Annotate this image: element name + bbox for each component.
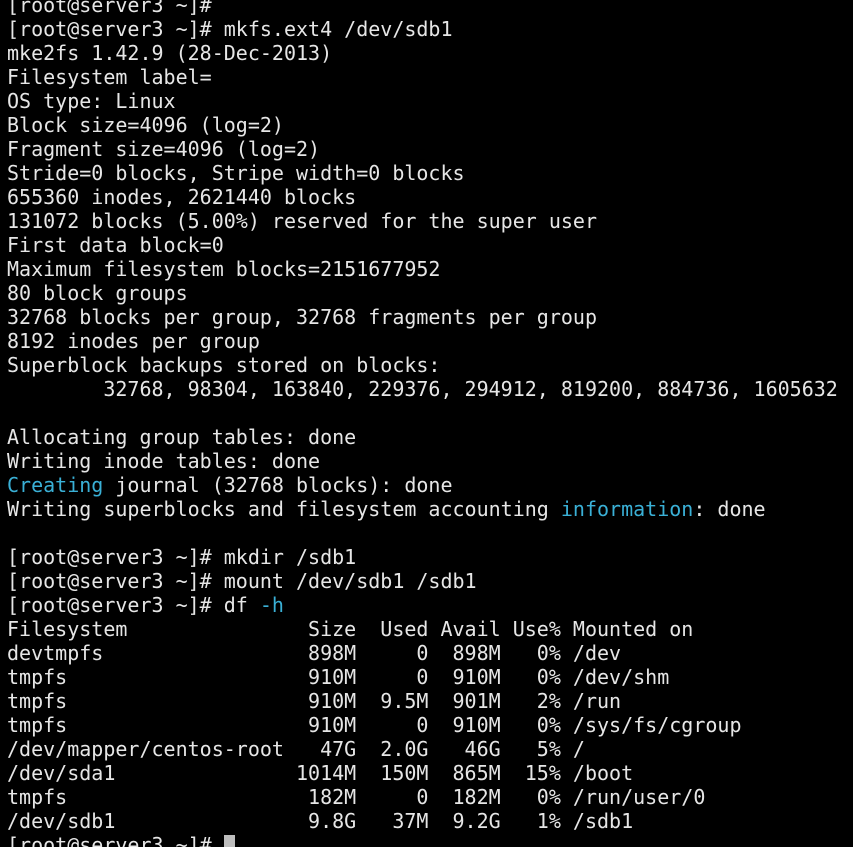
- mount-command-line: [root@server3 ~]# mount /dev/sdb1 /sdb1: [7, 569, 477, 593]
- df-table-row: /dev/sdb1 9.8G 37M 9.2G 1% /sdb1: [7, 809, 634, 833]
- df-command-text: [root@server3 ~]# df: [7, 593, 260, 617]
- df-table-row: /dev/mapper/centos-root 47G 2.0G 46G 5% …: [7, 737, 585, 761]
- df-command-line: [root@server3 ~]# df -h: [7, 593, 838, 617]
- df-table-row: tmpfs 910M 0 910M 0% /dev/shm: [7, 665, 670, 689]
- highlighted-word: Creating: [7, 473, 104, 497]
- output-line: Superblock backups stored on blocks:: [7, 353, 441, 377]
- df-table-row: devtmpfs 898M 0 898M 0% /dev: [7, 641, 622, 665]
- output-line: 32768, 98304, 163840, 229376, 294912, 81…: [7, 377, 838, 401]
- superblocks-prefix: Writing superblocks and filesystem accou…: [7, 497, 561, 521]
- cut-off-prompt-line: [root@server3 ~]#: [7, 0, 224, 17]
- df-table-row: tmpfs 910M 9.5M 901M 2% /run: [7, 689, 622, 713]
- output-line: 131072 blocks (5.00%) reserved for the s…: [7, 209, 598, 233]
- output-line: 655360 inodes, 2621440 blocks: [7, 185, 357, 209]
- df-table-row: /dev/sda1 1014M 150M 865M 15% /boot: [7, 761, 634, 785]
- output-line: Stride=0 blocks, Stripe width=0 blocks: [7, 161, 465, 185]
- terminal-output: [root@server3 ~]# [root@server3 ~]# mkfs…: [7, 0, 838, 847]
- output-line: 32768 blocks per group, 32768 fragments …: [7, 305, 598, 329]
- df-table-row: tmpfs 910M 0 910M 0% /sys/fs/cgroup: [7, 713, 742, 737]
- superblocks-suffix: : done: [693, 497, 766, 521]
- shell-prompt: [root@server3 ~]#: [7, 833, 224, 847]
- output-line: OS type: Linux: [7, 89, 176, 113]
- df-table-header: Filesystem Size Used Avail Use% Mounted …: [7, 617, 694, 641]
- journal-rest: journal (32768 blocks): done: [103, 473, 453, 497]
- output-line: Maximum filesystem blocks=2151677952: [7, 257, 441, 281]
- journal-line: Creating journal (32768 blocks): done: [7, 473, 838, 497]
- output-line: First data block=0: [7, 233, 224, 257]
- df-table-row: tmpfs 182M 0 182M 0% /run/user/0: [7, 785, 706, 809]
- highlighted-word: information: [560, 497, 694, 521]
- output-line: Block size=4096 (log=2): [7, 113, 284, 137]
- cursor-block: [223, 835, 235, 847]
- output-line: mke2fs 1.42.9 (28-Dec-2013): [7, 41, 333, 65]
- mkfs-command-line: [root@server3 ~]# mkfs.ext4 /dev/sdb1: [7, 17, 453, 41]
- superblocks-line: Writing superblocks and filesystem accou…: [7, 497, 838, 521]
- output-line: 80 block groups: [7, 281, 188, 305]
- final-prompt-line[interactable]: [root@server3 ~]#: [7, 833, 838, 847]
- output-line: Allocating group tables: done: [7, 425, 357, 449]
- output-line: 8192 inodes per group: [7, 329, 260, 353]
- terminal-window[interactable]: [root@server3 ~]# [root@server3 ~]# mkfs…: [0, 0, 853, 847]
- output-line: Fragment size=4096 (log=2): [7, 137, 321, 161]
- output-line: Writing inode tables: done: [7, 449, 321, 473]
- df-flag: -h: [259, 593, 284, 617]
- output-line: Filesystem label=: [7, 65, 212, 89]
- mkdir-command-line: [root@server3 ~]# mkdir /sdb1: [7, 545, 357, 569]
